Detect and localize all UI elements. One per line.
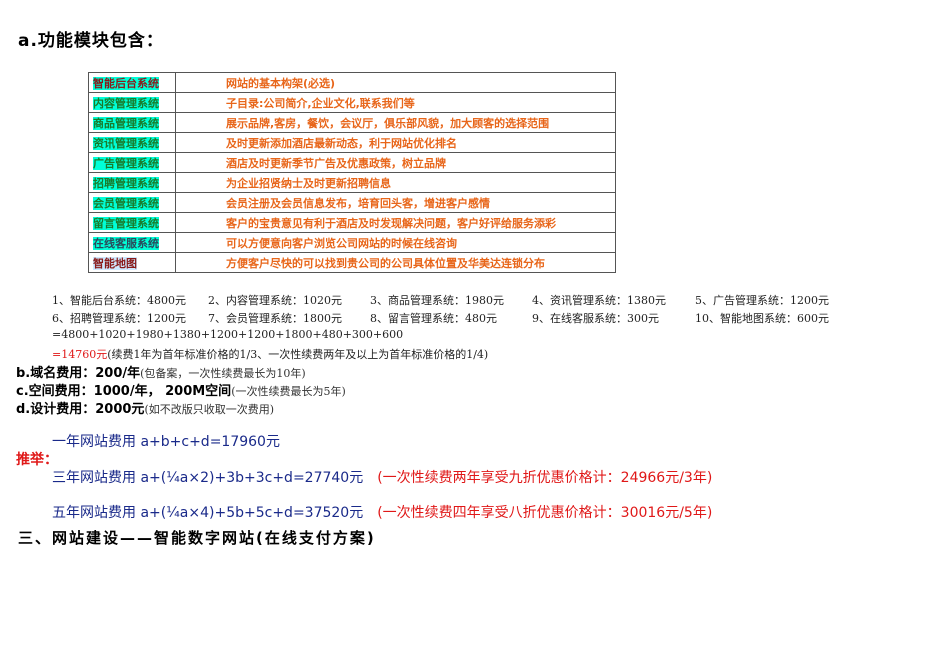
module-row: 会员管理系统 会员注册及会员信息发布，培育回头客，增进客户感情 <box>88 192 616 213</box>
module-name-cell: 留言管理系统 <box>88 212 176 233</box>
module-name: 在线客服系统 <box>93 236 159 250</box>
module-desc: 方便客户尽快的可以找到贵公司的公司具体位置及华美达连锁分布 <box>175 252 616 273</box>
module-desc: 展示品牌,客房，餐饮，会议厅，俱乐部风貌，加大顾客的选择范围 <box>175 112 616 133</box>
five-year-offer: (一次性续费四年享受八折优惠价格计：30016元/5年) <box>377 505 713 521</box>
module-row: 资讯管理系统 及时更新添加酒店最新动态，利于网站优化排名 <box>88 132 616 153</box>
module-desc: 酒店及时更新季节广告及优惠政策，树立品牌 <box>175 152 616 173</box>
module-name-cell: 广告管理系统 <box>88 152 176 173</box>
module-desc: 可以方便意向客户浏览公司网站的时候在线咨询 <box>175 232 616 253</box>
sum-formula: =4800+1020+1980+1380+1200+1200+1800+480+… <box>52 328 404 341</box>
module-desc: 为企业招贤纳士及时更新招聘信息 <box>175 172 616 193</box>
sum-line: =14760元(续费1年为首年标准价格的1/3、一次性续费两年及以上为首年标准价… <box>52 346 488 362</box>
module-desc: 会员注册及会员信息发布，培育回头客，增进客户感情 <box>175 192 616 213</box>
price-item: 3、商品管理系统：1980元 <box>370 294 504 307</box>
price-item: 5、广告管理系统：1200元 <box>695 294 829 307</box>
three-year-offer: (一次性续费两年享受九折优惠价格计：24966元/3年) <box>377 470 713 486</box>
one-year-cost: 一年网站费用 a+b+c+d=17960元 <box>52 434 280 450</box>
domain-fee: b.域名费用：200/年(包备案，一次性续费最长为10年) <box>16 362 306 381</box>
five-year-cost: 五年网站费用 a+(¼a×4)+5b+5c+d=37520元 <box>52 505 364 521</box>
price-item: 10、智能地图系统：600元 <box>695 312 829 325</box>
price-item: 1、智能后台系统：4800元 <box>52 294 186 307</box>
module-row: 在线客服系统 可以方便意向客户浏览公司网站的时候在线咨询 <box>88 232 616 253</box>
sum-note: (续费1年为首年标准价格的1/3、一次性续费两年及以上为首年标准价格的1/4) <box>107 348 489 361</box>
module-name: 留言管理系统 <box>93 216 159 230</box>
space-fee-label: c.空间费用：1000/年， 200M空间 <box>16 384 232 399</box>
design-fee-note: (如不改版只收取一次费用) <box>144 403 275 416</box>
three-year-line: 三年网站费用 a+(¼a×2)+3b+3c+d=27740元 (一次性续费两年享受… <box>52 467 712 487</box>
section-heading: a.功能模块包含： <box>18 31 164 51</box>
price-item: 8、留言管理系统：480元 <box>370 312 497 325</box>
module-desc: 客户的宝贵意见有利于酒店及时发现解决问题，客户好评给服务添彩 <box>175 212 616 233</box>
module-name: 招聘管理系统 <box>93 176 159 190</box>
sum-total: =14760元 <box>52 348 108 361</box>
module-row: 内容管理系统 子目录:公司简介,企业文化,联系我们等 <box>88 92 616 113</box>
module-name: 广告管理系统 <box>93 156 159 170</box>
module-row: 招聘管理系统 为企业招贤纳士及时更新招聘信息 <box>88 172 616 193</box>
module-row: 商品管理系统 展示品牌,客房，餐饮，会议厅，俱乐部风貌，加大顾客的选择范围 <box>88 112 616 133</box>
five-year-line: 五年网站费用 a+(¼a×4)+5b+5c+d=37520元 (一次性续费四年享受… <box>52 502 712 522</box>
module-name: 资讯管理系统 <box>93 136 159 150</box>
three-year-cost: 三年网站费用 a+(¼a×2)+3b+3c+d=27740元 <box>52 470 364 486</box>
price-item: 6、招聘管理系统：1200元 <box>52 312 186 325</box>
module-row: 广告管理系统 酒店及时更新季节广告及优惠政策，树立品牌 <box>88 152 616 173</box>
module-name-cell: 招聘管理系统 <box>88 172 176 193</box>
space-fee-note: (一次性续费最长为5年) <box>231 385 346 398</box>
price-item: 9、在线客服系统：300元 <box>532 312 659 325</box>
recommend-label: 推举： <box>16 452 58 468</box>
domain-fee-note: (包备案，一次性续费最长为10年) <box>140 367 306 380</box>
module-row: 留言管理系统 客户的宝贵意见有利于酒店及时发现解决问题，客户好评给服务添彩 <box>88 212 616 233</box>
section-3-heading: 三、网站建设——智能数字网站(在线支付方案) <box>18 529 376 547</box>
module-row: 智能地图 方便客户尽快的可以找到贵公司的公司具体位置及华美达连锁分布 <box>88 252 616 273</box>
module-name-cell: 会员管理系统 <box>88 192 176 213</box>
document-page: a.功能模块包含： 智能后台系统 网站的基本构架(必选) 内容管理系统 子目录:公司简… <box>0 0 950 672</box>
module-name-cell: 商品管理系统 <box>88 112 176 133</box>
price-item: 7、会员管理系统：1800元 <box>208 312 342 325</box>
price-item: 2、内容管理系统：1020元 <box>208 294 342 307</box>
module-desc: 网站的基本构架(必选) <box>175 72 616 93</box>
module-name: 智能地图 <box>93 256 137 270</box>
design-fee-label: d.设计费用：2000元 <box>16 402 145 417</box>
space-fee: c.空间费用：1000/年， 200M空间(一次性续费最长为5年) <box>16 380 346 399</box>
module-name: 内容管理系统 <box>93 96 159 110</box>
module-name-cell: 智能后台系统 <box>88 72 176 93</box>
module-row: 智能后台系统 网站的基本构架(必选) <box>88 72 616 93</box>
module-name: 商品管理系统 <box>93 116 159 130</box>
design-fee: d.设计费用：2000元(如不改版只收取一次费用) <box>16 398 274 417</box>
module-name-cell: 智能地图 <box>88 252 176 273</box>
module-desc: 及时更新添加酒店最新动态，利于网站优化排名 <box>175 132 616 153</box>
price-item: 4、资讯管理系统：1380元 <box>532 294 666 307</box>
module-name: 会员管理系统 <box>93 196 159 210</box>
module-desc: 子目录:公司简介,企业文化,联系我们等 <box>175 92 616 113</box>
module-name: 智能后台系统 <box>93 76 159 90</box>
module-name-cell: 在线客服系统 <box>88 232 176 253</box>
module-table: 智能后台系统 网站的基本构架(必选) 内容管理系统 子目录:公司简介,企业文化,联系我… <box>88 72 616 273</box>
module-name-cell: 内容管理系统 <box>88 92 176 113</box>
domain-fee-label: b.域名费用：200/年 <box>16 366 141 381</box>
module-name-cell: 资讯管理系统 <box>88 132 176 153</box>
